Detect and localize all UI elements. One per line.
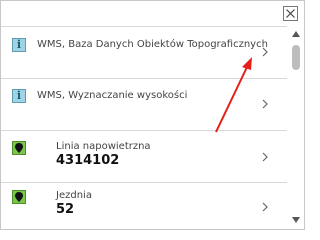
results-list: i WMS, Baza Danych Obiektów Topograficzn… <box>1 26 287 230</box>
list-item-label: WMS, Baza Danych Obiektów Topograficznyc… <box>37 39 268 50</box>
scroll-thumb[interactable] <box>292 45 300 70</box>
close-button[interactable] <box>283 6 298 21</box>
chevron-right-icon[interactable] <box>261 47 269 57</box>
list-item-label: WMS, Wyznaczanie wysokości <box>37 90 188 101</box>
feature-name: Linia napowietrzna <box>56 141 151 152</box>
identify-results-panel: i WMS, Baza Danych Obiektów Topograficzn… <box>0 0 305 230</box>
feature-value: 4314102 <box>56 153 120 168</box>
list-item-wms-height[interactable]: i WMS, Wyznaczanie wysokości <box>1 78 287 130</box>
map-marker-icon <box>12 190 26 204</box>
info-icon: i <box>12 89 26 103</box>
list-item-feature-road[interactable]: Jezdnia 52 <box>1 182 287 230</box>
list-item-wms-bdot[interactable]: i WMS, Baza Danych Obiektów Topograficzn… <box>1 26 287 78</box>
close-icon <box>286 9 295 18</box>
chevron-right-icon[interactable] <box>261 202 269 212</box>
feature-name: Jezdnia <box>56 190 92 201</box>
chevron-right-icon[interactable] <box>261 99 269 109</box>
scroll-up-arrow-icon[interactable] <box>292 31 300 37</box>
feature-value: 52 <box>56 202 75 217</box>
map-marker-icon <box>12 141 26 155</box>
vertical-scrollbar[interactable] <box>289 28 303 228</box>
list-item-feature-line[interactable]: Linia napowietrzna 4314102 <box>1 130 287 182</box>
scroll-down-arrow-icon[interactable] <box>292 217 300 223</box>
info-icon: i <box>12 38 26 52</box>
chevron-right-icon[interactable] <box>261 152 269 162</box>
